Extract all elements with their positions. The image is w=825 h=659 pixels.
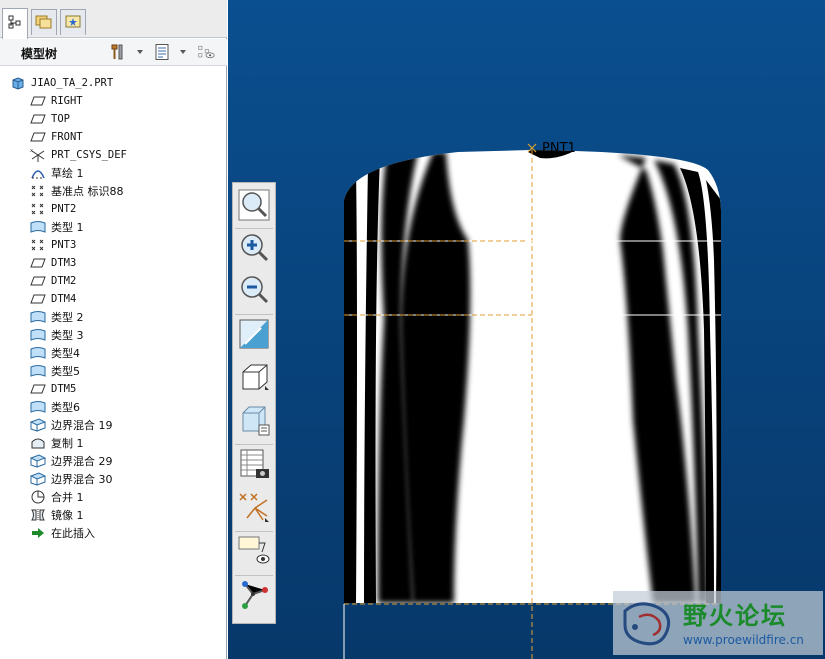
datum-display-button[interactable]	[236, 491, 272, 527]
svg-text:x: x	[30, 148, 33, 154]
model-tree-title: 模型树	[21, 47, 58, 61]
watermark-logo-icon	[617, 597, 679, 655]
style-surface-icon	[30, 310, 46, 324]
style-surface-icon	[30, 346, 46, 360]
shading-button[interactable]	[236, 361, 272, 397]
spin-center-icon	[237, 578, 271, 616]
tree-item-part[interactable]: JIAO_TA_2.PRT	[10, 74, 113, 92]
boundary-blend-icon	[30, 418, 46, 432]
tree-item-datum-point-88[interactable]: 基准点 标识88	[30, 182, 124, 200]
tab-favorites[interactable]	[60, 9, 86, 35]
tree-item-style-4[interactable]: 类型4	[30, 344, 80, 362]
zoom-out-button[interactable]	[236, 274, 272, 310]
show-hide-icon[interactable]	[197, 43, 215, 61]
point-label-pnt1[interactable]: PNT1	[542, 141, 576, 156]
shading-icon	[237, 360, 271, 398]
forum-watermark: 野火论坛 www.proewildfire.cn	[613, 591, 823, 655]
tree-item-dtm2[interactable]: DTM2	[30, 272, 76, 290]
shaded-model	[343, 143, 721, 659]
navigator-tab-strip	[0, 0, 227, 39]
merge-icon	[30, 490, 46, 504]
zoom-fit-button[interactable]	[236, 189, 272, 225]
insert-here-arrow-icon	[30, 526, 46, 540]
mirror-icon	[30, 508, 46, 522]
tree-item-dtm4[interactable]: DTM4	[30, 290, 76, 308]
tree-item-style-6[interactable]: 类型6	[30, 398, 80, 416]
tree-item-front[interactable]: FRONT	[30, 128, 83, 146]
annotation-display-button[interactable]	[236, 535, 272, 571]
model-tree-icon	[7, 14, 23, 34]
style-surface-icon	[30, 328, 46, 342]
tree-item-top[interactable]: TOP	[30, 110, 70, 128]
tree-item-style-3[interactable]: 类型 3	[30, 326, 84, 344]
tree-item-insert-here[interactable]: 在此插入	[30, 524, 95, 542]
datum-point-icon	[30, 238, 46, 252]
tree-item-csys[interactable]: x PRT_CSYS_DEF	[30, 146, 127, 164]
datum-plane-icon	[30, 94, 46, 108]
tree-item-dtm5[interactable]: DTM5	[30, 380, 76, 398]
tab-model-tree[interactable]	[2, 8, 28, 39]
boundary-blend-icon	[30, 472, 46, 486]
tools-icon[interactable]	[109, 43, 127, 61]
tree-item-boundary-blend-19[interactable]: 边界混合 19	[30, 416, 113, 434]
tree-item-style-1[interactable]: 类型 1	[30, 218, 84, 236]
folder-icon	[35, 13, 53, 33]
tree-item-pnt2[interactable]: PNT2	[30, 200, 76, 218]
watermark-url: www.proewildfire.cn	[683, 633, 804, 647]
sketch-icon	[30, 166, 46, 180]
tree-item-boundary-blend-29[interactable]: 边界混合 29	[30, 452, 113, 470]
zoom-in-button[interactable]	[236, 232, 272, 268]
tools-dropdown-caret-icon[interactable]	[137, 50, 143, 54]
boundary-blend-icon	[30, 454, 46, 468]
tree-item-boundary-blend-30[interactable]: 边界混合 30	[30, 470, 113, 488]
csys-icon: x	[30, 148, 46, 162]
repaint-icon	[237, 317, 271, 355]
saved-views-icon	[237, 447, 271, 485]
watermark-title: 野火论坛	[683, 602, 787, 630]
copy-icon	[30, 436, 46, 450]
datum-plane-icon	[30, 112, 46, 126]
style-surface-icon	[30, 220, 46, 234]
view-manager-button[interactable]	[236, 404, 272, 440]
graphics-viewport[interactable]	[228, 0, 825, 659]
tree-item-merge-1[interactable]: 合并 1	[30, 488, 84, 506]
zoom-in-icon	[237, 231, 271, 269]
datum-plane-icon	[30, 292, 46, 306]
datum-display-icon	[237, 490, 271, 528]
tree-item-right[interactable]: RIGHT	[30, 92, 83, 110]
tree-item-mirror-1[interactable]: 镜像 1	[30, 506, 84, 524]
tree-item-style-2[interactable]: 类型 2	[30, 308, 84, 326]
settings-dropdown-caret-icon[interactable]	[180, 50, 186, 54]
tree-item-pnt3[interactable]: PNT3	[30, 236, 76, 254]
repaint-button[interactable]	[236, 318, 272, 354]
view-manager-icon	[237, 403, 271, 441]
favorites-icon	[65, 13, 81, 33]
tree-item-dtm3[interactable]: DTM3	[30, 254, 76, 272]
spin-center-button[interactable]	[236, 579, 272, 615]
style-surface-icon	[30, 400, 46, 414]
datum-plane-icon	[30, 256, 46, 270]
tab-folder-browser[interactable]	[31, 9, 57, 35]
datum-plane-icon	[30, 130, 46, 144]
tree-item-copy-1[interactable]: 复制 1	[30, 434, 84, 452]
annotation-display-icon	[237, 534, 271, 572]
view-toolbar	[232, 182, 276, 624]
zoom-fit-icon	[237, 188, 271, 226]
model-tree-toolbar: 模型树	[0, 39, 227, 66]
datum-point-icon	[30, 184, 46, 198]
saved-views-button[interactable]	[236, 448, 272, 484]
datum-plane-icon	[30, 382, 46, 396]
tree-item-style-5[interactable]: 类型5	[30, 362, 80, 380]
settings-icon[interactable]	[153, 43, 171, 61]
tree-item-sketch-1[interactable]: 草绘 1	[30, 164, 84, 182]
datum-point-icon	[30, 202, 46, 216]
style-surface-icon	[30, 364, 46, 378]
datum-plane-icon	[30, 274, 46, 288]
part-icon	[10, 76, 26, 90]
zoom-out-icon	[237, 273, 271, 311]
navigator-panel: 模型树 JIAO_TA_2.PRT RIGHT TOP FRONT x PRT_…	[0, 0, 227, 659]
